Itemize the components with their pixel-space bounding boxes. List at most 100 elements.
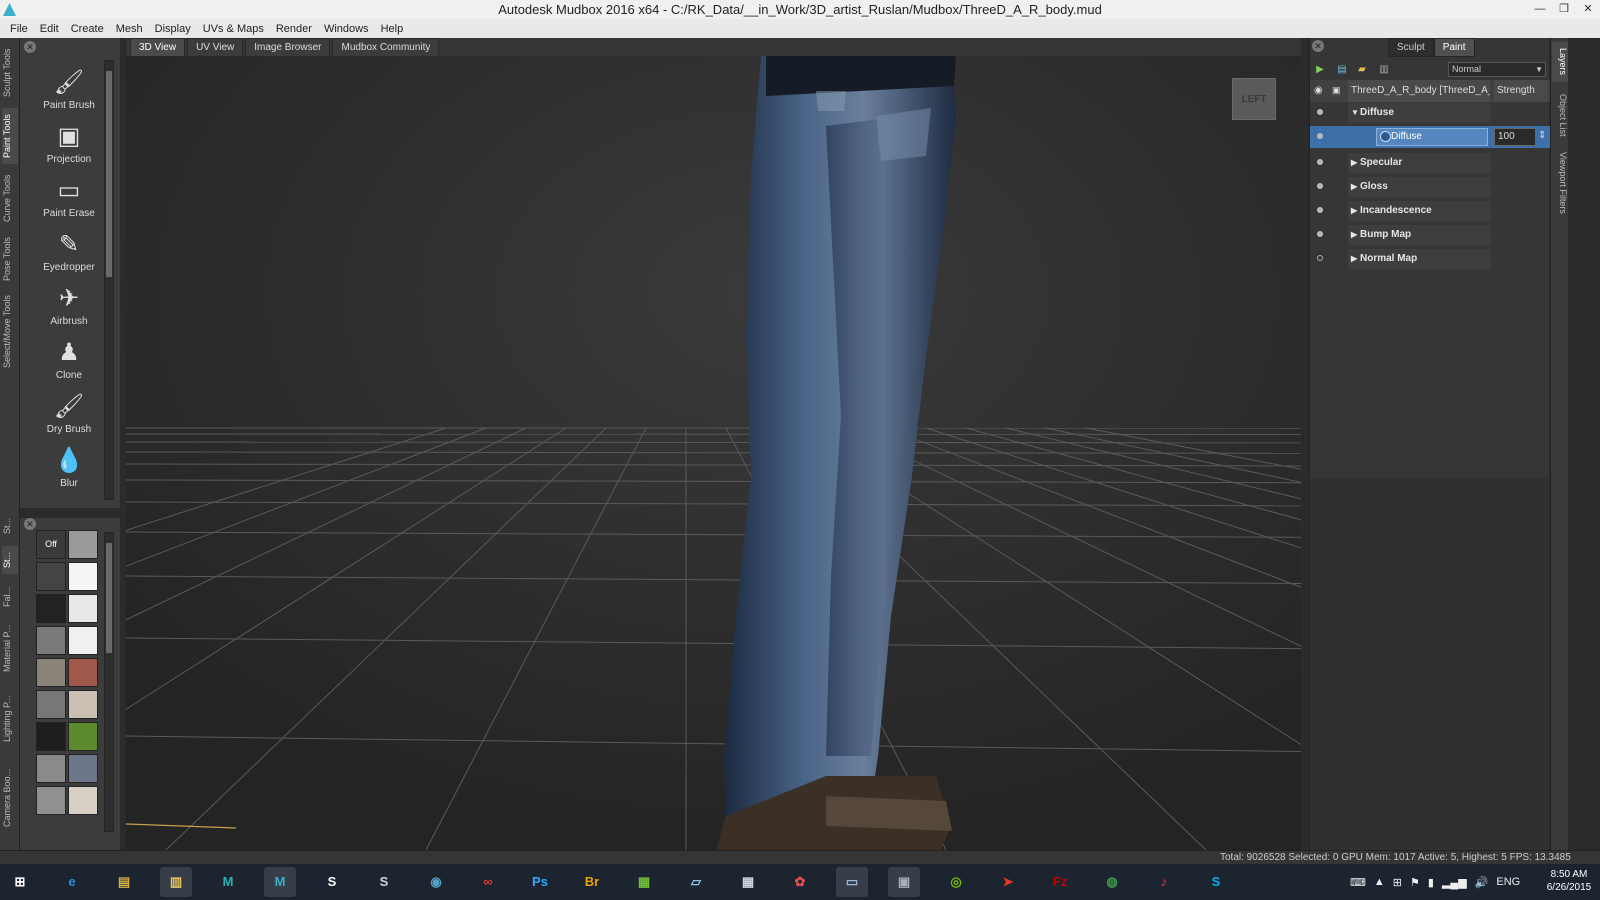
visibility-dot-icon[interactable] bbox=[1317, 159, 1323, 165]
delete-layer-icon[interactable]: ▥ bbox=[1378, 64, 1390, 76]
itunes-icon[interactable]: ♪ bbox=[1148, 867, 1180, 897]
earth-app-icon[interactable]: ◍ bbox=[1096, 867, 1128, 897]
strength-field[interactable]: 100 bbox=[1494, 128, 1536, 146]
channel-header[interactable]: ▼ Diffuse bbox=[1348, 103, 1491, 123]
tool-paint-erase[interactable]: ▭ Paint Erase bbox=[24, 172, 114, 226]
strength-spinner-icon[interactable]: ⇕ bbox=[1538, 130, 1546, 141]
stencil-thumbnail[interactable] bbox=[36, 658, 66, 687]
tab-stamp[interactable]: St... bbox=[2, 512, 18, 540]
stencil-panel-close-icon[interactable]: ✕ bbox=[24, 518, 36, 530]
tab-3d-view[interactable]: 3D View bbox=[130, 38, 186, 56]
close-icon[interactable]: ✕ bbox=[1576, 0, 1600, 19]
menu-mesh[interactable]: Mesh bbox=[110, 23, 149, 35]
network-icon[interactable]: ▂▄▆ bbox=[1442, 876, 1467, 889]
blend-mode-select[interactable]: Normal ▼ bbox=[1448, 62, 1546, 77]
visibility-dot-icon[interactable] bbox=[1317, 183, 1323, 189]
tab-image-browser[interactable]: Image Browser bbox=[245, 38, 331, 56]
menu-edit[interactable]: Edit bbox=[34, 23, 65, 35]
stencil-thumbnail[interactable] bbox=[36, 562, 66, 591]
menu-file[interactable]: File bbox=[4, 23, 34, 35]
tools-scrollbar[interactable] bbox=[104, 60, 114, 500]
windows-start-icon[interactable]: ⊞ bbox=[4, 867, 36, 897]
keyboard-icon[interactable]: ⌨ bbox=[1350, 876, 1366, 889]
menu-uvs-maps[interactable]: UVs & Maps bbox=[197, 23, 270, 35]
stencil-thumbnail[interactable] bbox=[68, 626, 98, 655]
expand-icon[interactable]: ▶ bbox=[1351, 177, 1357, 197]
tab-viewport-filters[interactable]: Viewport Filters bbox=[1552, 148, 1568, 218]
notes-icon[interactable]: ▱ bbox=[680, 867, 712, 897]
view-cube[interactable]: LEFT bbox=[1232, 78, 1276, 120]
internet-explorer-icon[interactable]: e bbox=[56, 867, 88, 897]
nvidia-icon[interactable]: ◎ bbox=[940, 867, 972, 897]
battery-icon[interactable]: ▮ bbox=[1428, 876, 1434, 889]
stencil-thumbnail[interactable] bbox=[68, 786, 98, 815]
viewport[interactable]: 3D View UV View Image Browser Mudbox Com… bbox=[126, 38, 1301, 850]
collapse-icon[interactable]: ▼ bbox=[1351, 103, 1359, 123]
stencil-thumbnail[interactable] bbox=[36, 626, 66, 655]
tool-dry-brush[interactable]: 🖌 Dry Brush bbox=[24, 388, 114, 442]
restore-icon[interactable]: ❐ bbox=[1552, 0, 1576, 19]
stencil-thumbnail[interactable] bbox=[36, 754, 66, 783]
obs-icon[interactable]: S bbox=[316, 867, 348, 897]
layers-panel-close-icon[interactable]: ✕ bbox=[1312, 40, 1324, 52]
mudbox-icon[interactable]: M bbox=[264, 867, 296, 897]
duplicate-layer-icon[interactable]: ▤ bbox=[1336, 64, 1348, 76]
visibility-dot-icon[interactable] bbox=[1317, 207, 1323, 213]
stencil-thumbnail[interactable] bbox=[36, 786, 66, 815]
photoshop-icon[interactable]: Ps bbox=[524, 867, 556, 897]
filezilla-icon[interactable]: Fz bbox=[1044, 867, 1076, 897]
expand-icon[interactable]: ▶ bbox=[1351, 201, 1357, 221]
explorer-icon[interactable]: ▥ bbox=[160, 867, 192, 897]
tool-airbrush[interactable]: ✈ Airbrush bbox=[24, 280, 114, 334]
layer-row-selected[interactable]: Diffuse 100 ⇕ bbox=[1310, 126, 1550, 148]
stencil-thumbnail[interactable] bbox=[68, 530, 98, 559]
tool-blur[interactable]: 💧 Blur bbox=[24, 442, 114, 496]
tab-paint[interactable]: Paint bbox=[1433, 38, 1475, 57]
menu-display[interactable]: Display bbox=[149, 23, 197, 35]
tab-camera-bookmarks[interactable]: Camera Boo... bbox=[2, 758, 18, 838]
paint-tool-icon[interactable]: ✿ bbox=[784, 867, 816, 897]
object-row[interactable]: ◉ ▣ ThreeD_A_R_body [ThreeD_A_R_ Strengt… bbox=[1310, 80, 1550, 102]
channel-normal-map[interactable]: ▶ Normal Map bbox=[1310, 248, 1550, 270]
channel-specular[interactable]: ▶ Specular bbox=[1310, 152, 1550, 174]
stencil-scroll-thumb[interactable] bbox=[106, 543, 112, 653]
visibility-eye-icon[interactable]: ◉ bbox=[1314, 85, 1323, 96]
flag-icon[interactable]: ⚑ bbox=[1410, 876, 1420, 889]
lock-icon[interactable]: ▣ bbox=[1332, 85, 1341, 96]
volume-icon[interactable]: 🔊 bbox=[1475, 876, 1489, 889]
stencil-off[interactable]: Off bbox=[36, 530, 66, 559]
tab-sculpt[interactable]: Sculpt bbox=[1388, 38, 1434, 57]
bridge-icon[interactable]: Br bbox=[576, 867, 608, 897]
expand-icon[interactable]: ▶ bbox=[1351, 249, 1357, 269]
skype-icon[interactable]: S bbox=[1200, 867, 1232, 897]
tools-scroll-thumb[interactable] bbox=[106, 71, 112, 277]
visibility-dot-icon[interactable] bbox=[1317, 231, 1323, 237]
stencil-thumbnail[interactable] bbox=[36, 722, 66, 751]
red-arrow-app-icon[interactable]: ➤ bbox=[992, 867, 1024, 897]
channel-header[interactable]: ▶ Incandescence bbox=[1348, 201, 1491, 221]
channel-header[interactable]: ▶ Specular bbox=[1348, 153, 1491, 173]
calculator-icon[interactable]: ▦ bbox=[732, 867, 764, 897]
creative-cloud-icon[interactable]: ∞ bbox=[472, 867, 504, 897]
menu-create[interactable]: Create bbox=[65, 23, 110, 35]
spreadsheet-icon[interactable]: ▦ bbox=[628, 867, 660, 897]
visibility-dot-icon[interactable] bbox=[1317, 133, 1323, 139]
tab-select-move-tools[interactable]: Select/Move Tools bbox=[2, 292, 18, 372]
clock[interactable]: 8:50 AM 6/26/2015 bbox=[1540, 868, 1598, 894]
stencil-thumbnail[interactable] bbox=[68, 722, 98, 751]
tab-stencil[interactable]: St... bbox=[2, 546, 18, 574]
visibility-dot-icon[interactable] bbox=[1317, 109, 1323, 115]
channel-bump-map[interactable]: ▶ Bump Map bbox=[1310, 224, 1550, 246]
stencil-thumbnail[interactable] bbox=[68, 562, 98, 591]
browser-globe-icon[interactable]: ◉ bbox=[420, 867, 452, 897]
stencil-thumbnail[interactable] bbox=[68, 690, 98, 719]
tool-projection[interactable]: ▣ Projection bbox=[24, 118, 114, 172]
tab-pose-tools[interactable]: Pose Tools bbox=[2, 232, 18, 286]
menu-render[interactable]: Render bbox=[270, 23, 318, 35]
tab-sculpt-tools[interactable]: Sculpt Tools bbox=[2, 44, 18, 102]
3d-scene[interactable] bbox=[126, 56, 1301, 850]
image-viewer-icon[interactable]: ▣ bbox=[888, 867, 920, 897]
panel-close-icon[interactable]: ✕ bbox=[24, 41, 36, 53]
channel-header[interactable]: ▶ Gloss bbox=[1348, 177, 1491, 197]
stencil-thumbnail[interactable] bbox=[68, 658, 98, 687]
